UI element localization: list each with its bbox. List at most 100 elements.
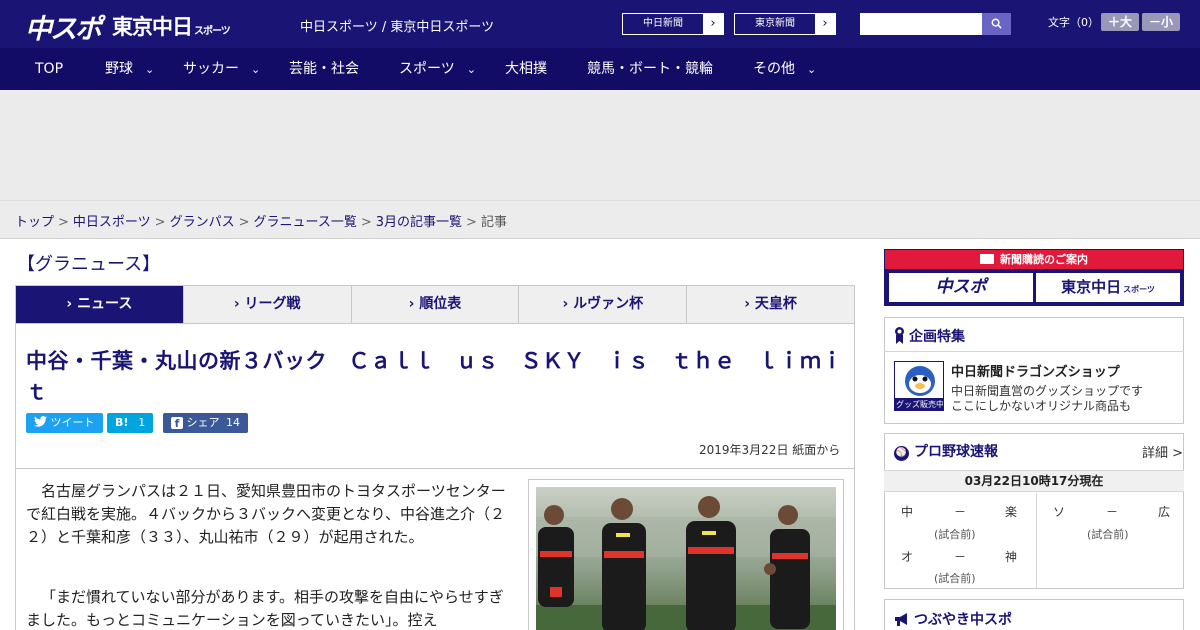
mascot-badge: グッズ販売中 — [895, 398, 943, 410]
subscribe-chuspo-logo[interactable]: 中スポ — [889, 273, 1033, 302]
chuspo-logo[interactable]: 中スポ — [25, 7, 102, 46]
tab-league[interactable]: › リーグ戦 — [182, 286, 351, 323]
game-home-team[interactable]: 中 — [901, 503, 913, 520]
hatena-bookmark-button[interactable]: B! 1 — [107, 413, 154, 433]
nav-item-soccer[interactable]: サッカー ⌄ — [183, 48, 260, 90]
baseball-icon: ⚾ — [894, 446, 909, 461]
shop-title[interactable]: 中日新聞ドラゴンズショップ — [951, 361, 1120, 380]
nav-item-label: 大相撲 — [505, 61, 547, 77]
nav-item-baseball[interactable]: 野球 ⌄ — [105, 48, 154, 90]
tab-label: ニュース — [77, 296, 133, 312]
facebook-share-button[interactable]: f シェア 14 — [163, 413, 248, 433]
subscribe-tokyo-chunichi-text: 東京中日 — [1061, 278, 1122, 296]
article-date: 2019年3月22日 紙面から — [699, 443, 841, 457]
ribbon-icon — [895, 327, 904, 344]
game-home-team[interactable]: オ — [901, 548, 913, 565]
tab-emperors-cup[interactable]: › 天皇杯 — [686, 286, 854, 323]
game-away-team[interactable]: 広 — [1158, 503, 1170, 520]
search-input[interactable] — [860, 13, 982, 35]
breadcrumb-separator: > — [58, 215, 69, 230]
nav-item-racing[interactable]: 競馬・ボート・競輪 — [587, 48, 713, 90]
tsubuyaki-panel-title: つぶやき中スポ — [894, 609, 1012, 629]
chevron-down-icon: ⌄ — [145, 63, 155, 76]
nav-item-label: スポーツ — [399, 61, 455, 77]
facebook-share-label: シェア — [186, 416, 220, 429]
game-home-team[interactable]: ソ — [1053, 503, 1065, 520]
game-away-team[interactable]: 楽 — [1005, 503, 1017, 520]
nav-item-entertainment[interactable]: 芸能・社会 — [289, 48, 359, 90]
search-button[interactable] — [982, 13, 1011, 35]
chunichi-shimbun-button[interactable]: 中日新聞 › — [622, 13, 724, 35]
nav-item-label: その他 — [753, 61, 795, 77]
font-smaller-button[interactable]: －小 — [1142, 13, 1180, 31]
breadcrumb-grampus[interactable]: グランパス — [170, 215, 235, 230]
chevron-down-icon: ⌄ — [251, 63, 261, 76]
nav-item-sports[interactable]: スポーツ ⌄ — [399, 48, 476, 90]
chevron-right-icon: › — [815, 14, 835, 34]
tokyo-chunichi-logo-sub: スポーツ — [194, 26, 231, 37]
chunichi-shimbun-label: 中日新聞 — [643, 18, 683, 29]
baseball-detail-link[interactable]: 詳細 > — [1142, 442, 1183, 461]
tokyo-chunichi-logo-text: 東京中日 — [112, 15, 193, 39]
article-paragraph: 「まだ慣れていない部分があります。相手の攻撃を自由にやらせすぎました。もっとコミ… — [26, 588, 504, 629]
article-headline: 中谷・千葉・丸山の新３バック Ｃａｌｌ ｕｓ ＳＫＹ ｉｓ ｔｈｅ ｌｉｍｉｔ — [26, 349, 843, 404]
breadcrumb-march-list[interactable]: 3月の記事一覧 — [376, 215, 462, 230]
tweet-button[interactable]: ツイート — [26, 413, 103, 433]
tab-levain-cup[interactable]: › ルヴァン杯 — [518, 286, 686, 323]
tsubuyaki-title-text: つぶやき中スポ — [914, 612, 1012, 628]
tab-label: 順位表 — [419, 296, 462, 312]
subscription-banner[interactable]: 新聞購読のご案内 中スポ 東京中日 スポーツ — [884, 249, 1184, 306]
search-icon — [991, 18, 1002, 29]
divider — [1036, 493, 1037, 588]
twitter-icon — [34, 416, 47, 427]
divider — [884, 351, 1184, 352]
breadcrumb-chuspo[interactable]: 中日スポーツ — [73, 215, 151, 230]
nav-item-other[interactable]: その他 ⌄ — [753, 48, 816, 90]
nav-item-label: 野球 — [105, 61, 133, 77]
tokyo-shimbun-button[interactable]: 東京新聞 › — [734, 13, 836, 35]
breadcrumb-separator: > — [238, 215, 250, 230]
news-tabs: › ニュース › リーグ戦 › 順位表 › ルヴァン杯 › 天皇杯 — [15, 285, 855, 324]
nav-item-label: TOP — [35, 61, 64, 77]
feature-panel-title: 企画特集 — [894, 326, 965, 346]
breadcrumb: トップ > 中日スポーツ > グランパス > グラニュース一覧 >3月の記事一覧 > 記事 — [15, 211, 507, 230]
tokyo-chunichi-logo[interactable]: 東京中日 スポーツ — [112, 11, 231, 41]
facebook-share-count: 14 — [226, 416, 240, 429]
feature-title-text: 企画特集 — [909, 329, 965, 345]
tab-standings[interactable]: › 順位表 — [350, 286, 519, 323]
breadcrumb-top[interactable]: トップ — [15, 215, 54, 230]
ad-banner-area — [0, 90, 1200, 200]
site-name[interactable]: 中日スポーツ / 東京中日スポーツ — [300, 16, 494, 35]
facebook-icon: f — [171, 417, 183, 430]
chevron-right-icon: › — [703, 14, 723, 34]
tokyo-shimbun-label: 東京新聞 — [755, 18, 795, 29]
font-size-label: 文字（0） — [1048, 16, 1099, 29]
font-larger-button[interactable]: ＋大 — [1101, 13, 1139, 31]
breadcrumb-separator: > — [466, 215, 477, 230]
chevron-down-icon: ⌄ — [466, 63, 476, 76]
section-title: 【グラニュース】 — [17, 254, 161, 275]
breadcrumb-separator: > — [360, 215, 372, 230]
tweet-label: ツイート — [50, 416, 95, 429]
game-status: (試合前) — [934, 528, 976, 541]
tab-news[interactable]: › ニュース — [16, 286, 183, 323]
article-photo[interactable] — [536, 487, 836, 630]
tab-marker: › — [744, 296, 751, 312]
nav-item-top[interactable]: TOP — [35, 48, 63, 90]
nav-item-sumo[interactable]: 大相撲 — [505, 48, 547, 90]
subscribe-tokyo-chunichi-logo[interactable]: 東京中日 スポーツ — [1036, 273, 1180, 302]
game-status: (試合前) — [1087, 528, 1129, 541]
subscription-title: 新聞購読のご案内 — [885, 250, 1183, 269]
tab-label: ルヴァン杯 — [573, 296, 644, 312]
tab-label: 天皇杯 — [754, 296, 797, 312]
tab-marker: › — [66, 296, 73, 312]
subscription-title-text: 新聞購読のご案内 — [1000, 253, 1088, 266]
game-away-team[interactable]: 神 — [1005, 548, 1017, 565]
breadcrumb-separator: > — [154, 215, 166, 230]
tab-marker: › — [233, 296, 240, 312]
breadcrumb-news-list[interactable]: グラニュース一覧 — [254, 215, 357, 230]
hatena-count: 1 — [138, 416, 146, 429]
nav-item-label: 競馬・ボート・競輪 — [587, 61, 713, 77]
divider — [16, 468, 854, 469]
dragons-mascot-thumbnail[interactable]: グッズ販売中 — [894, 361, 944, 411]
